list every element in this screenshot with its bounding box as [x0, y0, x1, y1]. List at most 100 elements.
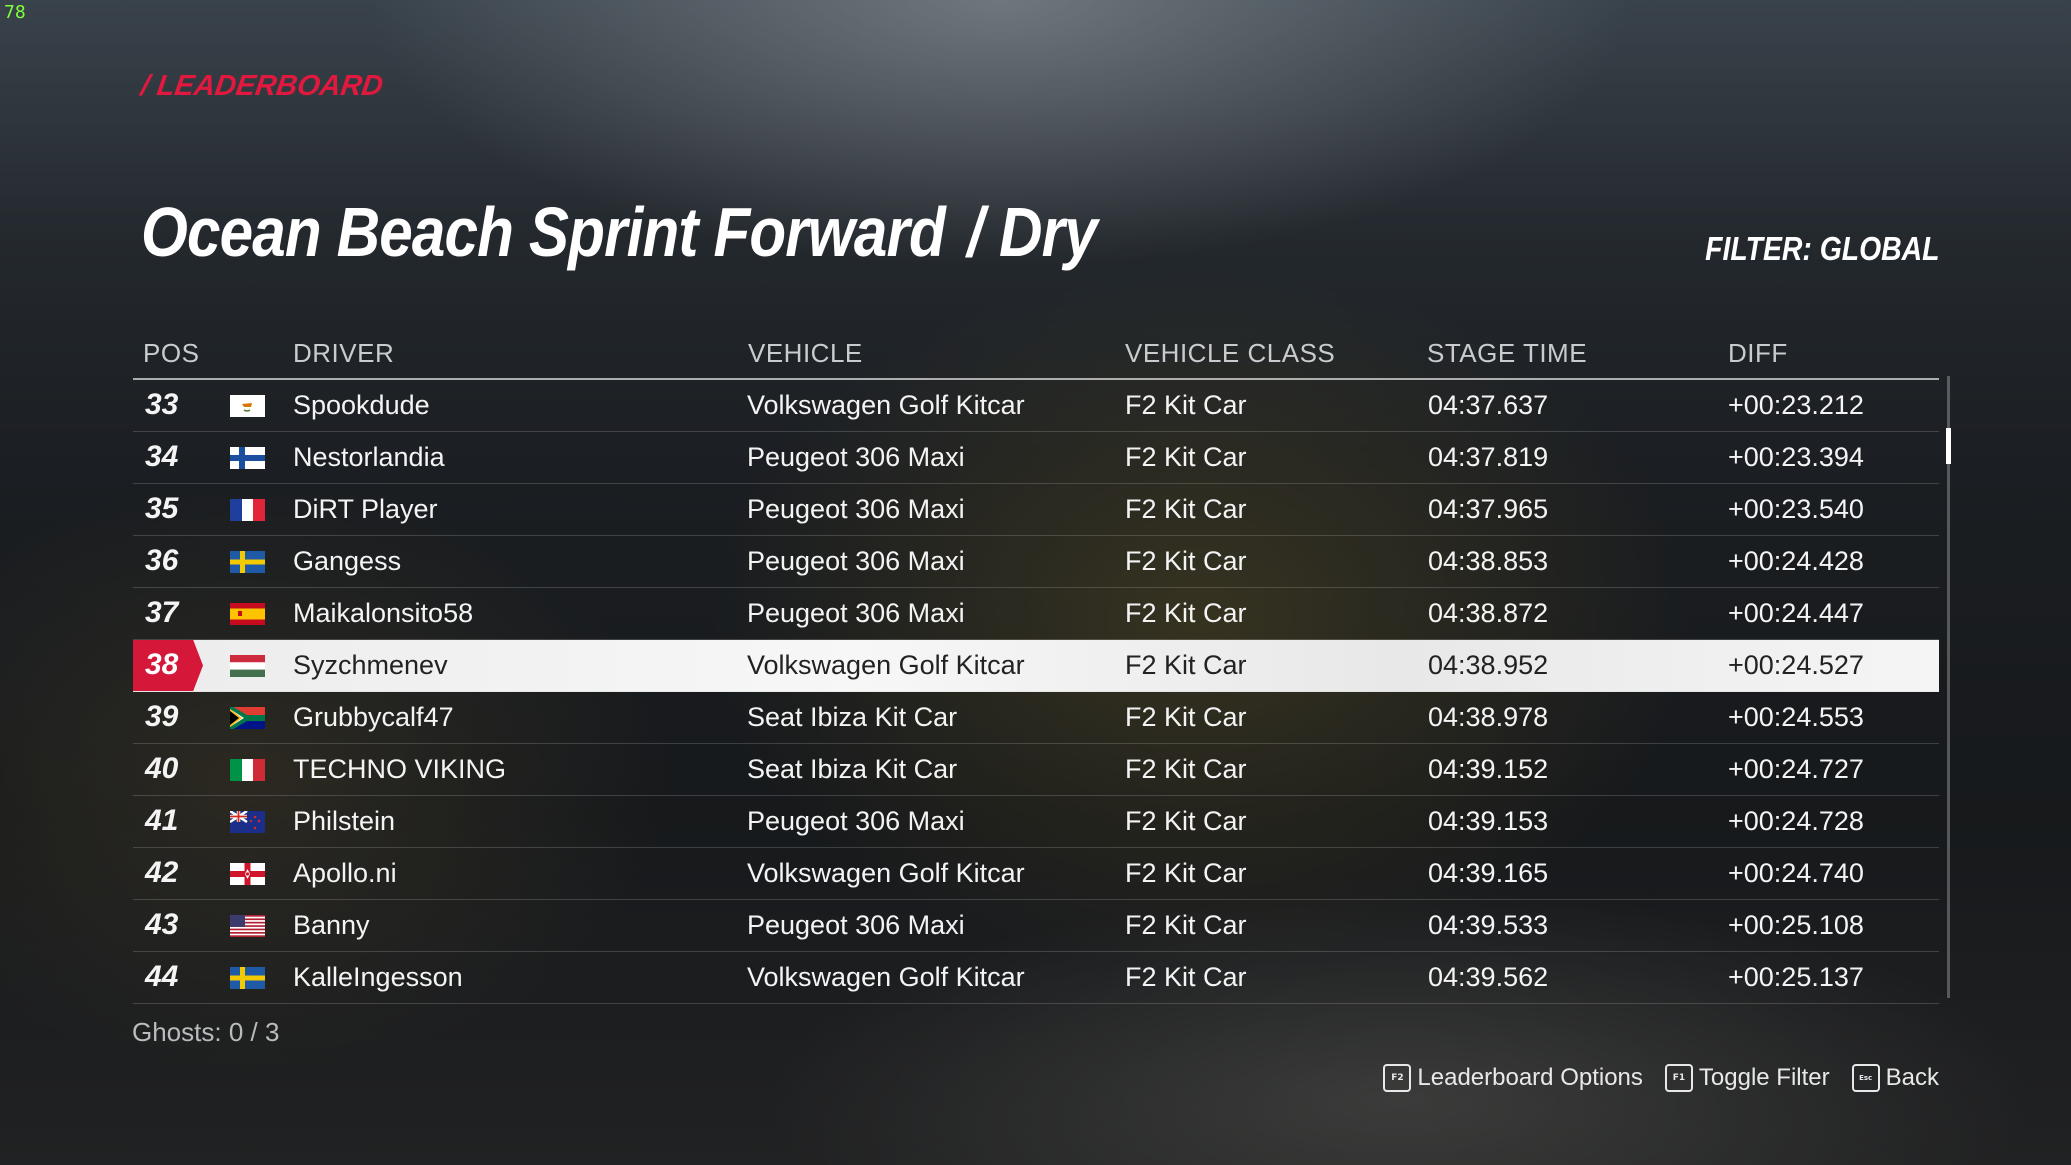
column-header-vehicle-class: VEHICLE CLASS [1125, 338, 1336, 368]
scrollbar-thumb[interactable] [1946, 428, 1951, 464]
table-row[interactable]: 35 DiRT Player Peugeot 306 Maxi F2 Kit Car 0… [133, 484, 1939, 536]
row-stage-time: 04:39.152 [1428, 754, 1549, 784]
cyprus-flag-icon [230, 395, 265, 417]
row-diff: +00:24.728 [1728, 806, 1864, 836]
table-row[interactable]: 33 Spookdude Volkswagen Golf Kitcar F2 Kit … [133, 380, 1939, 432]
row-diff: +00:25.108 [1728, 910, 1864, 940]
row-diff: +00:25.137 [1728, 962, 1864, 992]
row-vehicle-class: F2 Kit Car [1125, 962, 1247, 992]
row-vehicle-class: F2 Kit Car [1125, 546, 1247, 576]
italy-flag-icon [230, 759, 265, 781]
row-diff: +00:23.212 [1728, 390, 1864, 420]
row-position: 35 [145, 492, 179, 525]
table-row[interactable]: 39 Grubbycalf47 Seat Ibiza Kit Car F2 Kit C… [133, 692, 1939, 744]
spain-flag-icon [230, 603, 265, 625]
table-row[interactable]: 44 KalleIngesson Volkswagen Golf Kitcar F2 … [133, 952, 1939, 1004]
row-position: 42 [145, 856, 179, 889]
new-zealand-flag-icon [230, 811, 265, 833]
row-position: 34 [145, 440, 179, 473]
sweden-flag-icon [230, 551, 265, 573]
northern-ireland-flag-icon [230, 863, 265, 885]
row-vehicle: Peugeot 306 Maxi [747, 598, 965, 628]
row-driver: Spookdude [293, 390, 430, 420]
row-driver: Nestorlandia [293, 442, 445, 472]
row-vehicle: Volkswagen Golf Kitcar [747, 858, 1025, 888]
row-stage-time: 04:37.965 [1428, 494, 1549, 524]
row-vehicle-class: F2 Kit Car [1125, 494, 1247, 524]
ghosts-count: Ghosts: 0 / 3 [132, 1017, 280, 1047]
finland-flag-icon [230, 447, 265, 469]
row-position: 43 [145, 908, 179, 941]
row-stage-time: 04:37.819 [1428, 442, 1549, 472]
row-stage-time: 04:39.153 [1428, 806, 1549, 836]
footer-actions: F2 Leaderboard Options F1 Toggle Filter … [1383, 1064, 1939, 1092]
row-diff: +00:24.553 [1728, 702, 1864, 732]
row-vehicle: Peugeot 306 Maxi [747, 546, 965, 576]
table-row[interactable]: 37 Maikalonsito58 Peugeot 306 Maxi F2 Kit C… [133, 588, 1939, 640]
row-vehicle: Peugeot 306 Maxi [747, 442, 965, 472]
usa-flag-icon [230, 915, 265, 937]
row-position: 39 [145, 700, 179, 733]
page-title: Ocean Beach Sprint Forward / Dry [141, 192, 1098, 272]
row-vehicle-class: F2 Kit Car [1125, 702, 1247, 732]
back-label: Back [1885, 1064, 1939, 1091]
row-vehicle-class: F2 Kit Car [1125, 390, 1247, 420]
row-vehicle-class: F2 Kit Car [1125, 754, 1247, 784]
column-header-diff: DIFF [1728, 338, 1788, 368]
row-stage-time: 04:38.872 [1428, 598, 1549, 628]
row-position: 40 [145, 752, 179, 785]
sweden-flag-icon [230, 967, 265, 989]
table-row[interactable]: 36 Gangess Peugeot 306 Maxi F2 Kit Car 04:38… [133, 536, 1939, 588]
stage-name: Ocean Beach Sprint Forward [141, 193, 946, 271]
row-position: 37 [145, 596, 179, 629]
table-row[interactable]: 41 Philstein Peugeot 306 Maxi F2 Kit Car 04:… [133, 796, 1939, 848]
column-header-pos: POS [143, 338, 200, 368]
column-header-stage-time: STAGE TIME [1427, 338, 1588, 368]
row-position: 44 [145, 960, 179, 993]
table-row-selected[interactable]: 38 Syzchmenev Volkswagen Golf Kitcar F2 Kit… [133, 640, 1939, 692]
leaderboard-options-button[interactable]: F2 Leaderboard Options [1383, 1064, 1643, 1092]
row-position: 33 [145, 388, 179, 421]
row-position: 41 [145, 804, 179, 837]
row-vehicle: Seat Ibiza Kit Car [747, 702, 958, 732]
filter-label: FILTER: GLOBAL [1705, 230, 1940, 267]
row-vehicle: Peugeot 306 Maxi [747, 806, 965, 836]
f1-key-icon: F1 [1664, 1064, 1693, 1092]
row-stage-time: 04:39.165 [1428, 858, 1549, 888]
row-stage-time: 04:38.978 [1428, 702, 1549, 732]
row-vehicle: Volkswagen Golf Kitcar [747, 962, 1025, 992]
breadcrumb: / LEADERBOARD [138, 70, 385, 102]
table-row[interactable]: 43 Banny Peugeot 306 Maxi F2 Kit Car 04:39.5… [133, 900, 1939, 952]
scrollbar[interactable] [1946, 376, 1951, 998]
row-vehicle: Seat Ibiza Kit Car [747, 754, 958, 784]
f2-key-icon: F2 [1383, 1064, 1412, 1092]
leaderboard-table: POS DRIVER VEHICLE VEHICLE CLASS STAGE T… [133, 330, 1939, 1004]
row-vehicle: Volkswagen Golf Kitcar [747, 390, 1025, 420]
table-row[interactable]: 34 Nestorlandia Peugeot 306 Maxi F2 Kit Car… [133, 432, 1939, 484]
table-row[interactable]: 42 Apollo.ni Volkswagen Golf Kitcar F2 Kit … [133, 848, 1939, 900]
row-vehicle-class: F2 Kit Car [1125, 806, 1247, 836]
row-vehicle: Peugeot 306 Maxi [747, 494, 965, 524]
hungary-flag-icon [230, 655, 265, 677]
row-driver: TECHNO VIKING [293, 754, 507, 784]
back-button[interactable]: Esc Back [1851, 1064, 1939, 1092]
row-diff: +00:24.740 [1728, 858, 1864, 888]
table-row[interactable]: 40 TECHNO VIKING Seat Ibiza Kit Car F2 Kit … [133, 744, 1939, 796]
row-vehicle-class: F2 Kit Car [1125, 910, 1247, 940]
row-vehicle: Volkswagen Golf Kitcar [747, 650, 1025, 680]
row-driver: Grubbycalf47 [293, 702, 454, 732]
row-diff: +00:24.447 [1728, 598, 1864, 628]
row-diff: +00:23.394 [1728, 442, 1864, 472]
toggle-filter-button[interactable]: F1 Toggle Filter [1664, 1064, 1830, 1092]
fps-counter: 78 [4, 2, 26, 23]
row-diff: +00:24.527 [1728, 650, 1864, 680]
row-vehicle-class: F2 Kit Car [1125, 598, 1247, 628]
row-driver: Apollo.ni [293, 858, 397, 888]
france-flag-icon [230, 499, 265, 521]
row-diff: +00:23.540 [1728, 494, 1864, 524]
table-body: 33 Spookdude Volkswagen Golf Kitcar F2 Kit … [133, 380, 1939, 1004]
row-vehicle: Peugeot 306 Maxi [747, 910, 965, 940]
row-driver: Syzchmenev [293, 650, 448, 680]
row-stage-time: 04:39.562 [1428, 962, 1549, 992]
row-driver: DiRT Player [293, 494, 438, 524]
